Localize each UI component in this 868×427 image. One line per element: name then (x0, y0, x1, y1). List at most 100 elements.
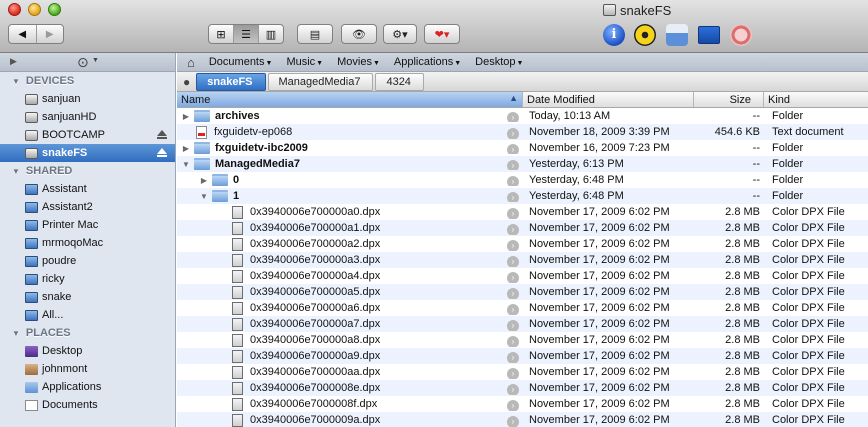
go-arrow-icon[interactable]: › (507, 351, 519, 363)
eject-icon[interactable] (157, 130, 167, 140)
sidebar-item-printer-mac[interactable]: Printer Mac (0, 216, 175, 234)
table-row[interactable]: ▶ fxguidetv-ibc2009 › November 16, 2009 7:… (177, 140, 868, 156)
table-row[interactable]: ▶ archives › Today, 10:13 AM -- Folder (177, 108, 868, 124)
table-row[interactable]: 0x3940006e7000008f.dpx › November 17, 200… (177, 396, 868, 412)
shared-section-header[interactable]: ▼ SHARED (0, 162, 175, 180)
devices-section-header[interactable]: ▼ DEVICES (0, 72, 175, 90)
go-arrow-icon[interactable]: › (507, 255, 519, 267)
go-arrow-icon[interactable]: › (507, 176, 519, 186)
go-arrow-icon[interactable]: › (507, 399, 519, 411)
table-row[interactable]: ▶ 0 › Yesterday, 6:48 PM -- Folder (177, 172, 868, 188)
sidebar-item-bootcamp[interactable]: BOOTCAMP (0, 126, 175, 144)
sidebar-item-snake[interactable]: snake (0, 288, 175, 306)
breadcrumb-4324[interactable]: 4324 (375, 72, 424, 91)
go-arrow-icon[interactable]: › (507, 127, 519, 139)
sync-drive-icon[interactable] (666, 24, 688, 46)
go-arrow-icon[interactable]: › (507, 144, 519, 154)
sidebar-item-sanjuanhd[interactable]: sanjuanHD (0, 108, 175, 126)
breadcrumb-managedmedia7[interactable]: ManagedMedia7 (267, 72, 374, 91)
go-arrow-icon[interactable]: › (507, 207, 519, 219)
home-icon[interactable]: ⌂ (187, 55, 195, 70)
go-arrow-icon[interactable]: › (507, 319, 519, 331)
minimize-window-button[interactable] (28, 3, 41, 16)
go-arrow-icon[interactable]: › (507, 415, 519, 427)
table-row[interactable]: ▼ 1 › Yesterday, 6:48 PM -- Folder (177, 188, 868, 204)
table-row[interactable]: 0x3940006e700000aa.dpx › November 17, 200… (177, 364, 868, 380)
icon-view-button[interactable]: ⊞ (209, 25, 234, 43)
table-row[interactable]: fxguidetv-ep068 › November 18, 2009 3:39 … (177, 124, 868, 140)
column-header-name[interactable]: Name ▲ (177, 92, 523, 107)
forward-button[interactable]: ▶ (37, 25, 64, 43)
table-row[interactable]: 0x3940006e700000a5.dpx › November 17, 200… (177, 284, 868, 300)
favorite-applications[interactable]: Applications▼ (394, 56, 461, 68)
places-section-header[interactable]: ▼ PLACES (0, 324, 175, 342)
list-view-button[interactable]: ☰ (234, 25, 259, 43)
table-row[interactable]: 0x3940006e7000008e.dpx › November 17, 200… (177, 380, 868, 396)
coverflow-button[interactable]: ▤ (297, 24, 333, 44)
chevron-down-icon[interactable]: ▼ (92, 57, 99, 64)
table-row[interactable]: 0x3940006e700000a2.dpx › November 17, 200… (177, 236, 868, 252)
network-icon[interactable] (698, 26, 720, 44)
disclosure-triangle-icon[interactable]: ▼ (12, 167, 20, 176)
table-row[interactable]: 0x3940006e7000009a.dpx › November 17, 200… (177, 412, 868, 427)
column-header-size[interactable]: Size (694, 92, 764, 107)
column-view-button[interactable]: ▥ (259, 25, 283, 43)
favorite-desktop[interactable]: Desktop▼ (475, 56, 523, 68)
table-row[interactable]: 0x3940006e700000a1.dpx › November 17, 200… (177, 220, 868, 236)
burn-icon[interactable] (634, 24, 656, 46)
sidebar-item-applications[interactable]: Applications (0, 378, 175, 396)
label-heart-button[interactable]: ❤▾ (424, 24, 460, 44)
table-row[interactable]: 0x3940006e700000a9.dpx › November 17, 200… (177, 348, 868, 364)
table-row[interactable]: ▼ ManagedMedia7 › Yesterday, 6:13 PM -- Fo… (177, 156, 868, 172)
close-window-button[interactable] (8, 3, 21, 16)
table-row[interactable]: 0x3940006e700000a8.dpx › November 17, 200… (177, 332, 868, 348)
sidebar-item-documents[interactable]: Documents (0, 396, 175, 414)
zoom-window-button[interactable] (48, 3, 61, 16)
go-arrow-icon[interactable]: › (507, 239, 519, 251)
quick-look-button[interactable]: 👁 (341, 24, 377, 44)
sidebar-item-mrmoqomac[interactable]: mrmoqoMac (0, 234, 175, 252)
sidebar-item-snakefs[interactable]: snakeFS (0, 144, 175, 162)
sidebar-item-poudre[interactable]: poudre (0, 252, 175, 270)
go-arrow-icon[interactable]: › (507, 383, 519, 395)
sidebar-item-all[interactable]: All... (0, 306, 175, 324)
column-header-kind[interactable]: Kind (764, 92, 868, 107)
go-arrow-icon[interactable]: › (507, 192, 519, 202)
table-row[interactable]: 0x3940006e700000a7.dpx › November 17, 200… (177, 316, 868, 332)
go-arrow-icon[interactable]: › (507, 160, 519, 170)
favorite-documents[interactable]: Documents▼ (209, 56, 273, 68)
disclosure-triangle-right-icon[interactable]: ▶ (181, 144, 191, 153)
go-arrow-icon[interactable]: › (507, 367, 519, 379)
go-arrow-icon[interactable]: › (507, 112, 519, 122)
table-row[interactable]: 0x3940006e700000a6.dpx › November 17, 200… (177, 300, 868, 316)
disclosure-triangle-right-icon[interactable]: ▶ (181, 112, 191, 121)
disclosure-triangle-down-icon[interactable]: ▼ (199, 192, 209, 201)
table-row[interactable]: 0x3940006e700000a0.dpx › November 17, 200… (177, 204, 868, 220)
eject-icon[interactable] (157, 148, 167, 158)
disclosure-triangle-icon[interactable]: ▼ (12, 329, 20, 338)
sidebar-action-icon[interactable]: ⊙ (77, 54, 89, 71)
sidebar-item-johnmont[interactable]: johnmont (0, 360, 175, 378)
go-arrow-icon[interactable]: › (507, 223, 519, 235)
favorite-movies[interactable]: Movies▼ (337, 56, 380, 68)
sidebar-item-assistant2[interactable]: Assistant2 (0, 198, 175, 216)
disclosure-triangle-down-icon[interactable]: ▼ (181, 160, 191, 169)
info-icon[interactable]: i (603, 24, 625, 46)
go-arrow-icon[interactable]: › (507, 303, 519, 315)
breadcrumb-snakefs[interactable]: snakeFS (196, 72, 266, 91)
sidebar-item-desktop[interactable]: Desktop (0, 342, 175, 360)
go-arrow-icon[interactable]: › (507, 271, 519, 283)
action-gear-button[interactable]: ⚙▾ (383, 24, 417, 44)
apple-icon[interactable]: ● (183, 75, 190, 89)
sidebar-item-sanjuan[interactable]: sanjuan (0, 90, 175, 108)
sidebar-expand-icon[interactable]: ▶ (10, 56, 17, 67)
delete-icon[interactable] (730, 24, 752, 46)
sidebar-item-assistant[interactable]: Assistant (0, 180, 175, 198)
sidebar-item-ricky[interactable]: ricky (0, 270, 175, 288)
column-header-date-modified[interactable]: Date Modified (523, 92, 694, 107)
disclosure-triangle-icon[interactable]: ▼ (12, 77, 20, 86)
table-row[interactable]: 0x3940006e700000a3.dpx › November 17, 200… (177, 252, 868, 268)
table-row[interactable]: 0x3940006e700000a4.dpx › November 17, 200… (177, 268, 868, 284)
go-arrow-icon[interactable]: › (507, 335, 519, 347)
favorite-music[interactable]: Music▼ (286, 56, 323, 68)
